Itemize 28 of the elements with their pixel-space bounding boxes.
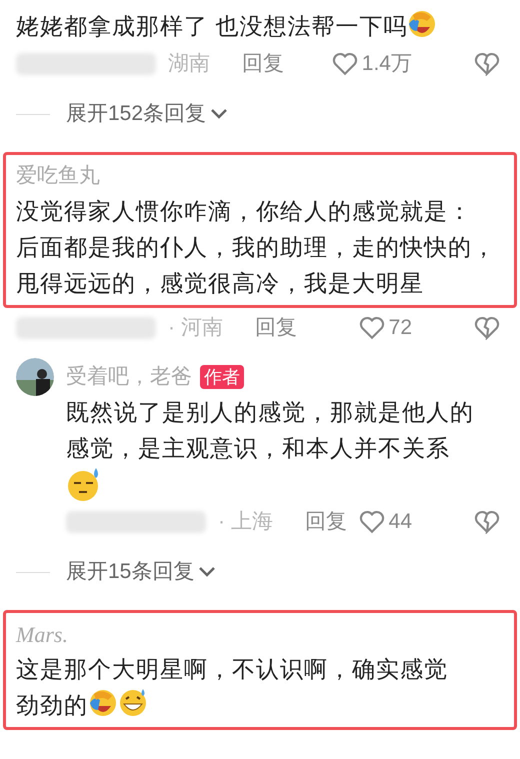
like-button[interactable]: 72 (358, 312, 412, 344)
reply-button[interactable]: 回复 (242, 48, 284, 80)
comment-text: 这是那个大明星啊，不认识啊，确实感觉 劲劲的 (16, 655, 449, 720)
expand-replies-button[interactable]: 展开15条回复 (66, 556, 216, 588)
like-button[interactable]: 1.4万 (332, 48, 412, 80)
chevron-down-icon (198, 566, 216, 578)
laughing-crying-emoji-icon (88, 688, 118, 718)
like-button[interactable]: 44 (358, 506, 412, 538)
comment-text: 既然说了是别人的感觉，那就是他人的 感觉，是主观意识，和本人并不关系 (66, 398, 475, 463)
expand-replies-button[interactable]: 展开152条回复 (66, 98, 228, 130)
reply-button[interactable]: 回复 (254, 312, 297, 344)
location-text: · 上海 (218, 509, 273, 536)
reply-button[interactable]: 回复 (304, 506, 347, 538)
heart-icon (358, 510, 385, 534)
avatar[interactable] (16, 358, 54, 396)
comment-text: 姥姥都拿成那样了 也没想法帮一下吗 (16, 8, 504, 44)
grinning-sweat-emoji-icon (118, 688, 148, 718)
heart-icon (332, 52, 358, 76)
location-text: · 河南 (168, 315, 223, 342)
username[interactable]: Mars. (16, 618, 68, 650)
username[interactable]: 受着吧，老爸 (66, 361, 192, 393)
author-badge: 作者 (200, 365, 244, 389)
username[interactable]: 爱吃鱼丸 (16, 160, 100, 192)
comment-text: 没觉得家人惯你咋滴，你给人的感觉就是： 后面都是我的仆人，我的助理，走的快快的， 甩得远远的，感觉很高冷，我是大明星 (16, 197, 497, 298)
location-text: 湖南 (168, 51, 210, 78)
heart-icon (358, 316, 385, 340)
chevron-down-icon (210, 108, 228, 120)
laughing-crying-emoji-icon (407, 9, 438, 39)
